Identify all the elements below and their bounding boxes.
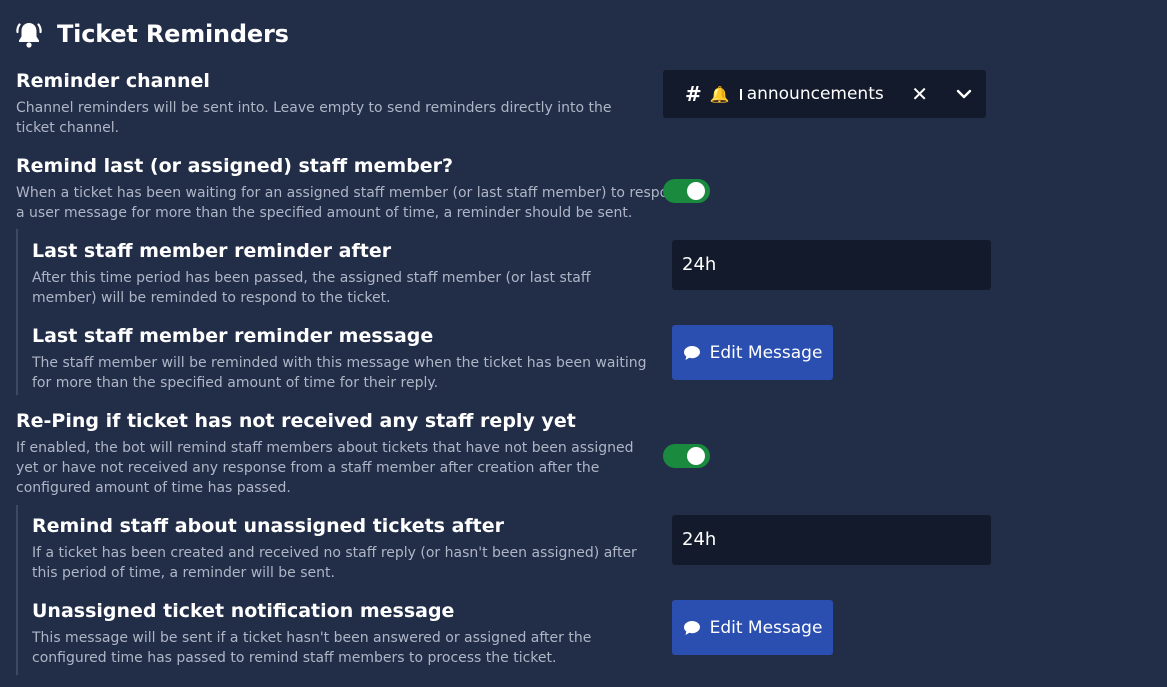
reping-toggle[interactable] bbox=[663, 444, 710, 468]
toggle-knob bbox=[687, 182, 705, 200]
remind-last-staff-toggle[interactable] bbox=[663, 179, 710, 203]
setting-description: If a ticket has been created and receive… bbox=[32, 545, 637, 581]
unassigned-message-setting: Unassigned ticket notification message T… bbox=[32, 598, 652, 668]
toggle-knob bbox=[687, 447, 705, 465]
setting-title: Remind last (or assigned) staff member? bbox=[16, 155, 454, 177]
bell-icon bbox=[16, 23, 42, 48]
channel-hash-icon: # bbox=[685, 82, 702, 106]
clear-selection-icon[interactable]: ✕ bbox=[911, 82, 928, 106]
channel-separator bbox=[739, 88, 742, 100]
reping-setting: Re-Ping if ticket has not received any s… bbox=[16, 408, 646, 498]
setting-title: Remind staff about unassigned tickets af… bbox=[32, 515, 505, 537]
setting-description: This message will be sent if a ticket ha… bbox=[32, 630, 592, 666]
chat-bubble-icon bbox=[683, 345, 700, 360]
unassigned-after-input[interactable]: 24h bbox=[672, 515, 991, 565]
setting-title: Last staff member reminder after bbox=[32, 240, 392, 262]
edit-last-staff-message-button[interactable]: Edit Message bbox=[672, 325, 833, 380]
reminder-channel-setting: Reminder channel Channel reminders will … bbox=[16, 68, 636, 138]
section-header: Ticket Reminders bbox=[16, 16, 289, 52]
setting-title: Re-Ping if ticket has not received any s… bbox=[16, 410, 576, 432]
setting-description: The staff member will be reminded with t… bbox=[32, 355, 647, 391]
chat-bubble-icon bbox=[683, 620, 700, 635]
last-staff-after-setting: Last staff member reminder after After t… bbox=[32, 238, 657, 308]
button-label: Edit Message bbox=[709, 617, 823, 638]
setting-description: If enabled, the bot will remind staff me… bbox=[16, 440, 634, 496]
setting-description: After this time period has been passed, … bbox=[32, 270, 591, 306]
reminder-channel-select[interactable]: # 🔔 announcements ✕ bbox=[663, 70, 986, 118]
last-staff-after-input[interactable]: 24h bbox=[672, 240, 991, 290]
setting-title: Last staff member reminder message bbox=[32, 325, 434, 347]
setting-title: Unassigned ticket notification message bbox=[32, 600, 455, 622]
channel-name: announcements bbox=[746, 84, 884, 104]
last-staff-message-setting: Last staff member reminder message The s… bbox=[32, 323, 657, 393]
unassigned-after-setting: Remind staff about unassigned tickets af… bbox=[32, 513, 652, 583]
setting-title: Reminder channel bbox=[16, 70, 210, 92]
button-label: Edit Message bbox=[709, 342, 823, 363]
channel-bell-emoji: 🔔 bbox=[709, 84, 730, 104]
indent-line bbox=[16, 229, 18, 395]
chevron-down-icon[interactable] bbox=[956, 86, 972, 102]
page-title: Ticket Reminders bbox=[57, 20, 289, 48]
edit-unassigned-message-button[interactable]: Edit Message bbox=[672, 600, 833, 655]
indent-line bbox=[16, 505, 18, 675]
remind-last-staff-setting: Remind last (or assigned) staff member? … bbox=[16, 153, 716, 223]
setting-description: When a ticket has been waiting for an as… bbox=[16, 185, 705, 221]
setting-description: Channel reminders will be sent into. Lea… bbox=[16, 100, 612, 136]
